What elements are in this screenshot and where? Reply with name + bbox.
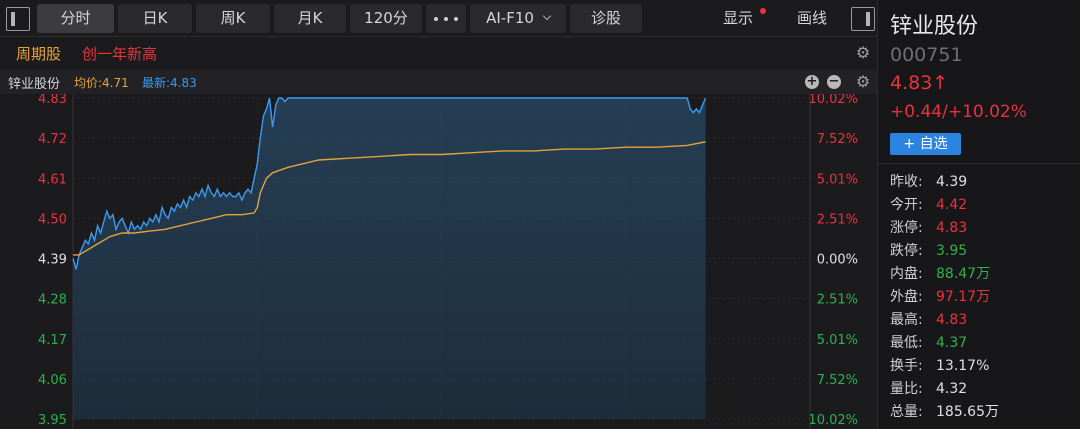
stat-row: 总量: 185.65万 (890, 402, 999, 425)
ai-f10-dropdown[interactable]: AI-F10 (470, 4, 566, 33)
price-tick-label: 4.17 (38, 333, 67, 348)
new-high-tag[interactable]: 创一年新高 (82, 43, 157, 64)
stock-name: 锌业股份 (8, 77, 61, 92)
diagnose-button[interactable]: 诊股 (570, 4, 642, 33)
stat-value: 88.47万 (936, 266, 991, 282)
stat-value: 13.17% (936, 358, 990, 374)
tab-120min[interactable]: 120分 (350, 4, 422, 33)
price-tick-label: 4.72 (38, 132, 67, 147)
chevron-down-icon (542, 11, 552, 21)
stat-label: 总量: (890, 404, 923, 420)
stat-value: 185.65万 (936, 404, 999, 420)
pct-tick-label: 2.51% (817, 212, 858, 227)
tab-intraday[interactable]: 分时 (37, 4, 114, 33)
stat-value: 97.17万 (936, 289, 991, 305)
quote-panel: 锌业股份 000751 4.83↑ +0.44/+10.02% + 自选 昨收:… (877, 0, 1080, 429)
pct-tick-label: 2.51% (817, 293, 858, 308)
tab-daily-k[interactable]: 日K (118, 4, 192, 33)
price-tick-label: 4.50 (38, 212, 67, 227)
stat-value: 4.32 (936, 381, 968, 397)
panel-toggle-icon[interactable] (851, 7, 875, 31)
ai-f10-label: AI-F10 (486, 9, 534, 27)
stat-row: 涨停: 4.83 (890, 218, 999, 241)
zoom-out-icon[interactable]: − (827, 75, 841, 89)
stat-label: 换手: (890, 358, 923, 374)
price-tick-label: 4.61 (38, 172, 67, 187)
stat-value: 3.95 (936, 243, 968, 259)
tab-weekly-k[interactable]: 周K (196, 4, 270, 33)
chart-settings-icon[interactable]: ⚙ (855, 74, 871, 90)
stat-value: 4.42 (936, 197, 968, 213)
stat-row: 今开: 4.42 (890, 195, 999, 218)
price-tick-label: 4.06 (38, 373, 67, 388)
stat-row: 换手: 13.17% (890, 356, 999, 379)
price-tick-label: 4.28 (38, 293, 67, 308)
stat-row: 最低: 4.37 (890, 333, 999, 356)
draw-line-button[interactable]: 画线 (782, 4, 842, 33)
divider (878, 163, 1080, 164)
stat-row: 最高: 4.83 (890, 310, 999, 333)
stat-value: 4.83 (936, 312, 968, 328)
stat-label: 内盘: (890, 266, 923, 282)
pct-tick-label: 7.52% (817, 373, 858, 388)
pct-tick-label: 5.01% (817, 172, 858, 187)
stat-row: 跌停: 3.95 (890, 241, 999, 264)
stat-label: 量比: (890, 381, 923, 397)
avg-price: 均价:4.71 (74, 76, 129, 90)
stat-label: 跌停: (890, 243, 923, 259)
stats-list: 昨收: 4.39 今开: 4.42 涨停: 4.83 跌停: 3.95 内盘: 88.47万 外盘:… (890, 172, 999, 425)
tag-row: 周期股 创一年新高 ⚙ (0, 37, 877, 70)
stat-value: 4.39 (936, 174, 968, 190)
stat-label: 外盘: (890, 289, 923, 305)
price-tick-label: 3.95 (38, 413, 67, 428)
stat-label: 最高: (890, 312, 923, 328)
price-tick-label: 4.83 (38, 94, 67, 107)
zoom-in-icon[interactable]: + (805, 75, 819, 89)
pct-tick-label: 10.02% (808, 413, 858, 428)
pct-tick-label: 5.01% (817, 333, 858, 348)
chart-toolbar: 分时 日K 周K 月K 120分 AI-F10 诊股 显示 画线 (0, 0, 877, 37)
stat-row: 昨收: 4.39 (890, 172, 999, 195)
chart-header: 锌业股份 均价:4.71 最新:4.83 + − ⚙ (0, 70, 877, 94)
add-watchlist-button[interactable]: + 自选 (890, 133, 961, 155)
stat-value: 4.37 (936, 335, 968, 351)
stat-label: 最低: (890, 335, 923, 351)
stat-row: 内盘: 88.47万 (890, 264, 999, 287)
tab-monthly-k[interactable]: 月K (274, 4, 346, 33)
stat-row: 量比: 4.32 (890, 379, 999, 402)
latest-price: 最新:4.83 (142, 76, 197, 90)
stat-value: 4.83 (936, 220, 968, 236)
cycle-tag[interactable]: 周期股 (16, 43, 61, 64)
current-price: 4.83↑ (890, 72, 949, 94)
notification-dot (760, 8, 766, 14)
stat-label: 昨收: (890, 174, 923, 190)
intraday-chart[interactable]: 4.83 4.72 4.61 4.50 4.39 4.28 4.17 4.06 3.95 10.0… (0, 94, 877, 429)
price-tick-label: 4.39 (38, 253, 67, 268)
gear-icon[interactable]: ⚙ (855, 45, 871, 61)
stat-row: 外盘: 97.17万 (890, 287, 999, 310)
stat-label: 今开: (890, 197, 923, 213)
stat-label: 涨停: (890, 220, 923, 236)
pct-tick-label: 7.52% (817, 132, 858, 147)
price-area (73, 98, 706, 419)
pct-tick-label: 10.02% (808, 94, 858, 107)
panel-stock-name: 锌业股份 (890, 14, 979, 39)
stock-code: 000751 (890, 44, 963, 66)
sidebar-toggle-icon[interactable] (6, 7, 30, 31)
more-icon[interactable] (426, 4, 466, 33)
pct-tick-label: 0.00% (817, 253, 858, 268)
price-change: +0.44/+10.02% (890, 102, 1027, 122)
